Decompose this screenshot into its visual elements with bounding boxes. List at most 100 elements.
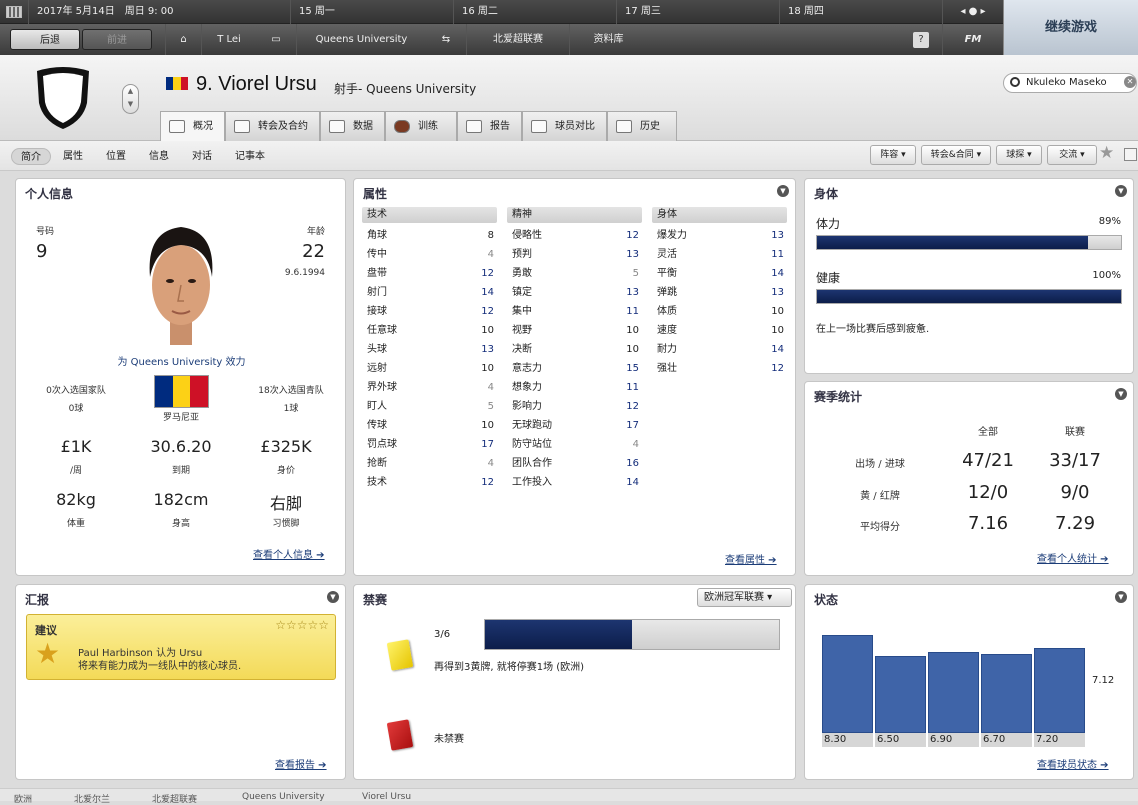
compare-icon	[531, 120, 547, 133]
calendar-day[interactable]: 15 周一	[290, 0, 453, 24]
search-input[interactable]: Nkuleko Maseko	[1003, 73, 1137, 93]
attribute-name: 任意球	[367, 325, 397, 336]
date-of-birth: 9.6.1994	[284, 268, 325, 278]
form-bar[interactable]	[875, 656, 926, 733]
tab-overview[interactable]: 概况	[160, 111, 225, 141]
calendar-day[interactable]: 18 周四	[779, 0, 942, 24]
yellow-card-count: 3/6	[434, 629, 451, 640]
calendar-day[interactable]: 17 周三	[616, 0, 779, 24]
attribute-value: 11	[771, 249, 784, 260]
panel-menu-icon[interactable]: ▼	[327, 591, 339, 603]
competition-dropdown[interactable]: 欧洲冠军联赛 ▾	[697, 588, 792, 607]
attribute-name: 远射	[367, 363, 387, 374]
attribute-row: 盯人 5	[362, 397, 497, 416]
form-bar[interactable]	[928, 652, 979, 733]
attribute-name: 意志力	[512, 363, 542, 374]
continue-button[interactable]: 继续游戏	[1003, 0, 1138, 55]
attribute-row: 速度 10	[652, 321, 787, 340]
calendar-scroll-control[interactable]: ◂ ● ▸	[942, 0, 1003, 24]
view-attributes-link[interactable]: 查看属性 ➔	[725, 551, 777, 566]
subnav-talk[interactable]: 对话	[192, 148, 212, 165]
attribute-value: 13	[626, 249, 639, 260]
stat-all: 47/21	[962, 450, 1014, 471]
red-card-note: 未禁赛	[434, 734, 464, 745]
suspension-panel: 禁赛 欧洲冠军联赛 ▾ 3/6 再得到3黄牌, 就将停赛1场 (欧洲) 未禁赛	[353, 584, 796, 780]
tab-stats[interactable]: 数据	[320, 111, 385, 141]
view-form-link[interactable]: 查看球员状态 ➔	[1037, 756, 1109, 771]
star-icon[interactable]: ★	[1099, 143, 1114, 163]
tab-compare[interactable]: 球员对比	[522, 111, 607, 141]
forward-button[interactable]: 前进	[82, 29, 152, 50]
breadcrumb-item[interactable]: 北爱超联赛	[152, 792, 197, 805]
attribute-name: 盯人	[367, 401, 387, 412]
attribute-row: 传中 4	[362, 245, 497, 264]
nationality[interactable]: 罗马尼亚	[131, 410, 231, 423]
tab-report[interactable]: 报告	[457, 111, 522, 141]
back-button[interactable]: 后退	[10, 29, 80, 50]
tab-training[interactable]: 训练	[385, 111, 457, 141]
panel-menu-icon[interactable]: ▼	[777, 185, 789, 197]
league-menu[interactable]: 北爱超联赛	[466, 24, 569, 55]
attribute-value: 11	[626, 306, 639, 317]
breadcrumb-item[interactable]: 北爱尔兰	[74, 792, 110, 805]
swap-icon[interactable]: ⇆	[426, 24, 466, 55]
attribute-row: 勇敢 5	[507, 264, 642, 283]
subnav-notes[interactable]: 记事本	[235, 148, 265, 165]
form-bar[interactable]	[822, 635, 873, 733]
attribute-name: 爆发力	[657, 230, 687, 241]
help-button[interactable]: ?	[900, 24, 942, 55]
attribute-name: 侵略性	[512, 230, 542, 241]
inbox-icon[interactable]: ▭	[256, 24, 296, 55]
attribute-name: 团队合作	[512, 458, 552, 469]
manager-menu[interactable]: T Lei	[201, 24, 256, 55]
advice-box: 建议 ☆☆☆☆☆ ★ Paul Harbinson 认为 Ursu 将来有能力成…	[26, 614, 336, 680]
current-date[interactable]: 2017年 5月14日 周日 9: 00	[28, 0, 290, 24]
attribute-value: 16	[626, 458, 639, 469]
subnav-info[interactable]: 信息	[149, 148, 169, 165]
help-icon: ?	[913, 32, 929, 48]
player-scroll-arrows[interactable]: ▲ ▼	[122, 84, 139, 114]
tab-history[interactable]: 历史	[607, 111, 677, 141]
star-badge-icon: ★	[35, 637, 61, 670]
subnav-attributes[interactable]: 属性	[63, 148, 83, 165]
attribute-row: 镇定 13	[507, 283, 642, 302]
attribute-value: 4	[632, 439, 639, 450]
attribute-name: 视野	[512, 325, 532, 336]
panel-menu-icon[interactable]: ▼	[1115, 388, 1127, 400]
interact-dropdown[interactable]: 交流 ▾	[1047, 145, 1097, 165]
form-bar[interactable]	[981, 654, 1032, 733]
squad-dropdown[interactable]: 阵容 ▾	[870, 145, 916, 165]
attribute-name: 集中	[512, 306, 532, 317]
attribute-value: 12	[481, 306, 494, 317]
tab-label: 训练	[418, 121, 438, 132]
panel-title: 属性	[363, 187, 388, 201]
home-icon[interactable]: ⌂	[165, 24, 201, 55]
view-personal-stats-link[interactable]: 查看个人统计 ➔	[1037, 550, 1109, 565]
transfer-contract-dropdown[interactable]: 转会&合同 ▾	[921, 145, 991, 165]
plays-for-link[interactable]: 为 Queens University 效力	[16, 353, 347, 368]
clear-search-icon[interactable]: ✕	[1124, 76, 1136, 88]
club-menu[interactable]: Queens University	[296, 24, 426, 55]
database-menu[interactable]: 资料库	[569, 24, 647, 55]
view-personal-info-link[interactable]: 查看个人信息 ➔	[253, 546, 325, 561]
calendar-icon[interactable]	[6, 6, 22, 18]
scout-dropdown[interactable]: 球探 ▾	[996, 145, 1042, 165]
fm-menu[interactable]: FM	[942, 24, 1003, 55]
tab-transfer[interactable]: 转会及合约	[225, 111, 320, 141]
panel-menu-icon[interactable]: ▼	[1115, 185, 1127, 197]
attribute-row: 远射 10	[362, 359, 497, 378]
panel-menu-icon[interactable]: ▼	[1115, 591, 1127, 603]
club-crest-icon	[37, 67, 89, 129]
stat-all: 7.16	[967, 513, 1009, 534]
breadcrumb-item[interactable]: 欧洲	[14, 792, 32, 805]
calendar-day[interactable]: 16 周二	[453, 0, 616, 24]
column-all: 全部	[978, 427, 998, 438]
form-bar[interactable]	[1034, 648, 1085, 733]
view-report-link[interactable]: 查看报告 ➔	[275, 756, 327, 771]
yellow-card-bar	[484, 619, 780, 650]
height: 182cm	[153, 490, 209, 509]
attribute-value: 12	[771, 363, 784, 374]
subnav-profile[interactable]: 简介	[11, 148, 51, 165]
subnav-positions[interactable]: 位置	[106, 148, 126, 165]
notes-icon[interactable]	[1124, 148, 1137, 161]
